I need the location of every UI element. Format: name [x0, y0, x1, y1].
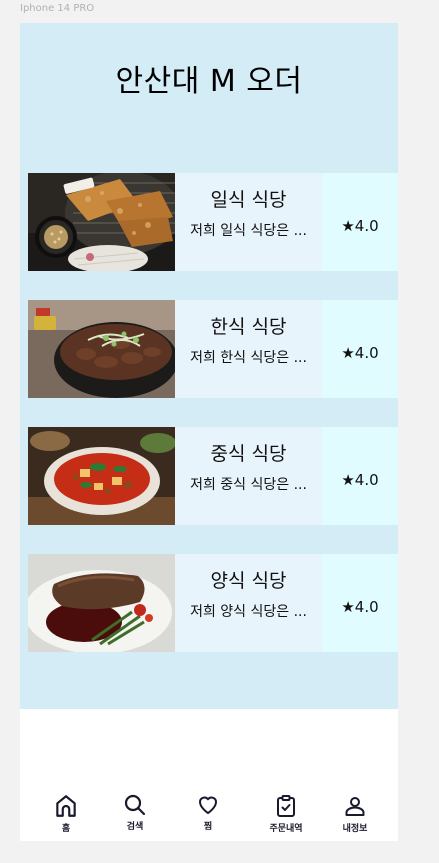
restaurant-rating: ★4.0 — [341, 217, 379, 235]
user-icon — [345, 797, 365, 816]
rating-box: ★4.0 — [322, 554, 398, 652]
restaurant-card-japanese[interactable]: 일식 식당 저희 일식 식당은 ... ★4.0 — [28, 173, 398, 271]
frame-label: Iphone 14 PRO — [20, 3, 95, 14]
tab-order-history[interactable]: 주문내역 — [256, 793, 316, 839]
restaurant-rating: ★4.0 — [341, 344, 379, 362]
main-content: 안산대 M 오더 일식 식당 저희 일식 식당은 ... ★4.0 한식 식당 … — [20, 23, 398, 709]
rating-box: ★4.0 — [322, 427, 398, 525]
tab-search[interactable]: 검색 — [105, 793, 165, 839]
steak-plate-photo — [28, 554, 175, 652]
restaurant-description: 저희 한식 식당은 ... — [190, 350, 307, 366]
restaurant-name: 중식 식당 — [210, 443, 287, 465]
restaurant-name: 한식 식당 — [210, 316, 287, 338]
restaurant-card-korean[interactable]: 한식 식당 저희 한식 식당은 ... ★4.0 — [28, 300, 398, 398]
tab-favorites[interactable]: 찜 — [178, 793, 238, 839]
heart-icon — [199, 796, 217, 814]
home-icon — [56, 795, 76, 817]
restaurant-rating: ★4.0 — [341, 471, 379, 489]
bottom-tab-bar: 홈 검색 찜 주문내역 내정보 — [20, 789, 398, 841]
tab-label: 내정보 — [342, 824, 368, 834]
tab-label: 찜 — [203, 822, 213, 832]
restaurant-name: 양식 식당 — [210, 570, 287, 592]
restaurant-rating: ★4.0 — [341, 598, 379, 616]
phone-screen: 안산대 M 오더 일식 식당 저희 일식 식당은 ... ★4.0 한식 식당 … — [20, 23, 398, 841]
restaurant-description: 저희 중식 식당은 ... — [190, 477, 307, 493]
restaurant-description: 저희 양식 식당은 ... — [190, 604, 307, 620]
bulgogi-bowl-photo — [28, 300, 175, 398]
search-icon — [124, 794, 146, 816]
restaurant-info: 중식 식당 저희 중식 식당은 ... — [175, 427, 322, 525]
restaurant-card-western[interactable]: 양식 식당 저희 양식 식당은 ... ★4.0 — [28, 554, 398, 652]
tab-label: 검색 — [126, 822, 144, 832]
tab-label: 주문내역 — [269, 824, 303, 834]
rating-box: ★4.0 — [322, 173, 398, 271]
restaurant-name: 일식 식당 — [210, 189, 287, 211]
rating-box: ★4.0 — [322, 300, 398, 398]
tab-my-info[interactable]: 내정보 — [325, 793, 385, 839]
mapo-tofu-photo — [28, 427, 175, 525]
restaurant-info: 일식 식당 저희 일식 식당은 ... — [175, 173, 322, 271]
restaurant-card-chinese[interactable]: 중식 식당 저희 중식 식당은 ... ★4.0 — [28, 427, 398, 525]
app-title: 안산대 M 오더 — [115, 64, 303, 99]
restaurant-info: 양식 식당 저희 양식 식당은 ... — [175, 554, 322, 652]
tab-label: 홈 — [61, 824, 71, 834]
restaurant-info: 한식 식당 저희 한식 식당은 ... — [175, 300, 322, 398]
restaurant-description: 저희 일식 식당은 ... — [190, 223, 307, 239]
clipboard-check-icon — [277, 795, 295, 817]
tab-home[interactable]: 홈 — [36, 793, 96, 839]
tonkatsu-photo — [28, 173, 175, 271]
